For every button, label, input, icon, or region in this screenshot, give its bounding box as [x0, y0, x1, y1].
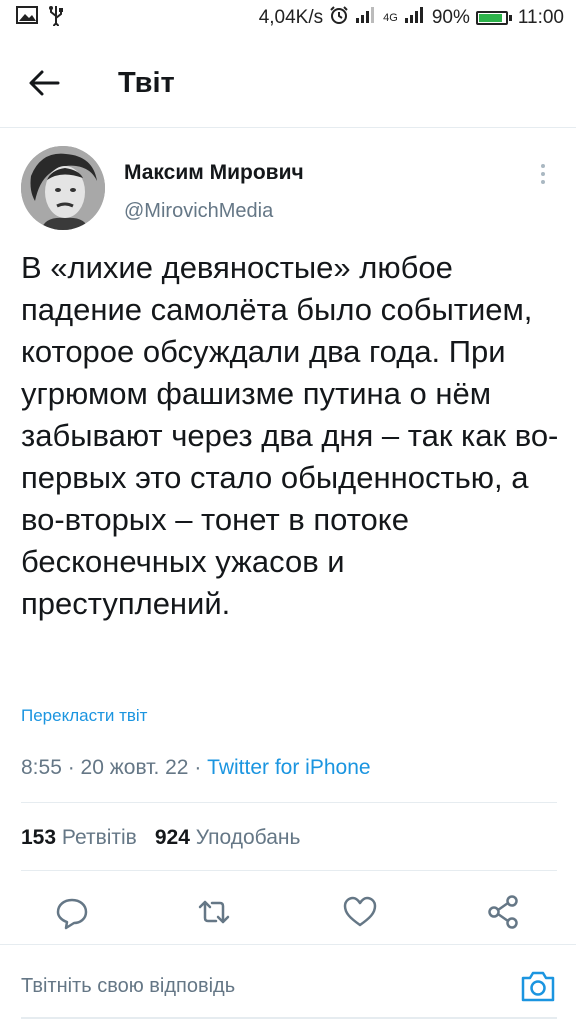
network-speed: 4,04K/s — [258, 7, 324, 28]
likes-count: 924 — [154, 826, 190, 849]
arrow-left-icon — [29, 70, 60, 96]
signal-icon — [404, 6, 426, 30]
meta-separator: · — [188, 756, 208, 779]
reply-input[interactable]: Твітніть свою відповідь — [21, 975, 235, 998]
divider — [21, 870, 557, 871]
translate-tweet-link[interactable]: Перекласти твіт — [21, 706, 147, 726]
comment-icon — [56, 898, 88, 930]
tweet-text: В «лихие девяностые» любое падение самол… — [21, 250, 559, 621]
retweet-icon — [198, 900, 230, 924]
battery-icon — [475, 11, 512, 25]
like-button[interactable] — [340, 892, 380, 932]
avatar[interactable] — [21, 146, 105, 230]
share-icon — [488, 895, 518, 929]
signal-icon — [355, 6, 377, 30]
more-options-icon[interactable] — [536, 158, 550, 190]
tweet-date: 20 жовт. 22 — [80, 756, 189, 779]
author-handle[interactable]: @MirovichMedia — [124, 200, 273, 223]
retweets-stat[interactable]: 153 Ретвітів — [21, 826, 137, 849]
likes-stat[interactable]: 924 Уподобань — [155, 826, 301, 849]
meta-separator: · — [61, 756, 81, 779]
retweets-count: 153 — [21, 826, 57, 849]
share-button[interactable] — [484, 892, 524, 932]
battery-percent: 90% — [431, 7, 470, 28]
alarm-icon — [329, 5, 349, 31]
reply-button[interactable] — [52, 892, 92, 932]
heart-icon — [343, 896, 377, 927]
back-button[interactable] — [28, 69, 60, 97]
divider — [21, 802, 557, 803]
reply-bar: Твітніть свою відповідь — [0, 944, 576, 1024]
retweet-button[interactable] — [194, 892, 234, 932]
likes-label: Уподобань — [195, 826, 301, 849]
page-title: Твіт — [118, 67, 175, 99]
app-header: Твіт — [0, 36, 576, 128]
camera-button[interactable] — [520, 969, 556, 1003]
tweet-meta: 8:55 · 20 жовт. 22 · Twitter for iPhone — [21, 756, 371, 780]
retweets-label: Ретвітів — [61, 826, 137, 849]
author-name[interactable]: Максим Мирович — [124, 161, 304, 185]
camera-icon — [521, 971, 555, 1002]
usb-icon — [48, 4, 64, 32]
clock: 11:00 — [517, 7, 564, 28]
tweet-source-link[interactable]: Twitter for iPhone — [207, 756, 370, 779]
tweet-stats: 153 Ретвітів 924 Уподобань — [21, 826, 300, 850]
image-icon — [16, 6, 38, 30]
battery-level — [478, 14, 503, 22]
avatar-image — [21, 146, 105, 230]
reply-underline — [21, 1017, 557, 1019]
status-bar: 4,04K/s 4G 90% 11:00 — [0, 0, 576, 36]
network-type: 4G — [383, 12, 398, 24]
tweet-time: 8:55 — [21, 756, 62, 779]
